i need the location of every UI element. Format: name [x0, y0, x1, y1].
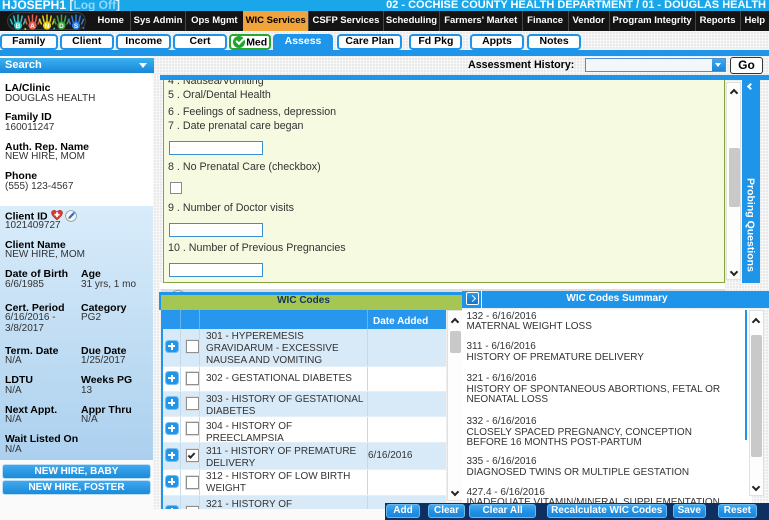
svg-text:S: S [74, 23, 79, 30]
svg-text:A: A [30, 23, 35, 30]
svg-text:N: N [45, 23, 50, 30]
svg-text:D: D [59, 23, 64, 30]
svg-text:B: B [16, 23, 21, 30]
